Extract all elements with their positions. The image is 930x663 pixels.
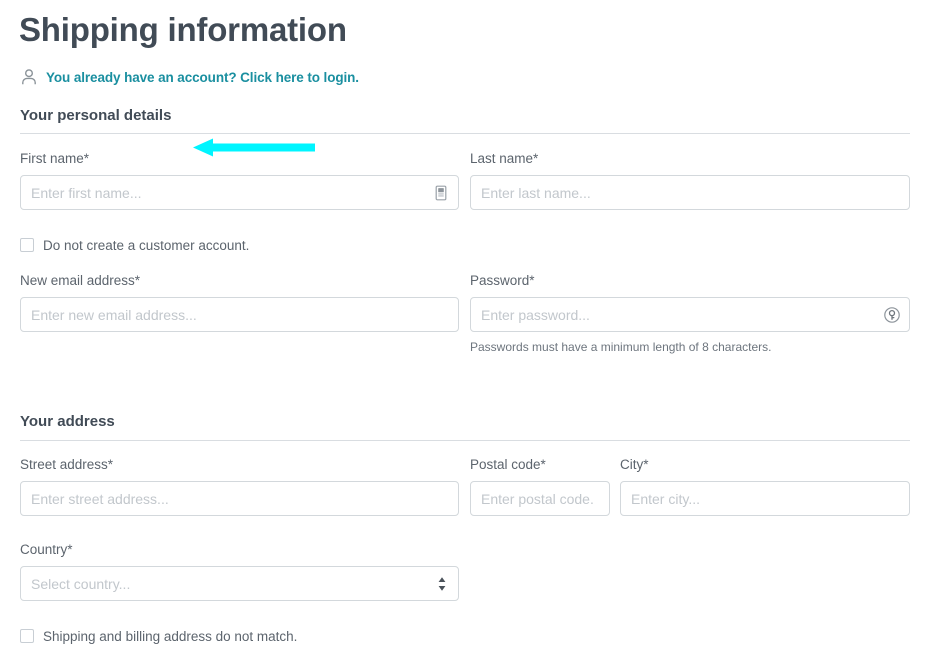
first-name-input[interactable]: Enter first name... — [20, 175, 459, 210]
section-divider-address — [20, 440, 910, 441]
billing-mismatch-checkbox[interactable] — [20, 629, 34, 643]
login-link[interactable]: You already have an account? Click here … — [46, 70, 359, 85]
annotation-arrow-left-icon — [193, 137, 315, 159]
country-placeholder: Select country... — [31, 575, 131, 592]
new-email-label: New email address* — [20, 273, 141, 288]
street-address-label: Street address* — [20, 457, 114, 472]
last-name-input[interactable]: Enter last name... — [470, 175, 910, 210]
section-divider-personal — [20, 133, 910, 134]
section-title-personal-details: Your personal details — [20, 107, 172, 124]
new-email-placeholder: Enter new email address... — [31, 306, 197, 323]
page-title: Shipping information — [19, 11, 347, 48]
billing-mismatch-label: Shipping and billing address do not matc… — [43, 628, 298, 644]
no-account-checkbox-row[interactable]: Do not create a customer account. — [20, 236, 249, 254]
no-account-label: Do not create a customer account. — [43, 237, 250, 253]
no-account-checkbox[interactable] — [20, 238, 34, 252]
postal-code-label: Postal code* — [470, 457, 546, 472]
city-label: City* — [620, 457, 649, 472]
new-email-input[interactable]: Enter new email address... — [20, 297, 459, 332]
password-hint: Passwords must have a minimum length of … — [470, 340, 772, 354]
password-input[interactable]: Enter password... — [470, 297, 910, 332]
password-placeholder: Enter password... — [481, 306, 590, 323]
last-name-placeholder: Enter last name... — [481, 184, 591, 201]
country-select[interactable]: Select country... — [20, 566, 459, 601]
country-label: Country* — [20, 542, 73, 557]
postal-code-placeholder: Enter postal code. — [481, 490, 594, 507]
section-title-your-address: Your address — [20, 413, 115, 430]
street-address-input[interactable]: Enter street address... — [20, 481, 459, 516]
first-name-placeholder: Enter first name... — [31, 184, 142, 201]
city-placeholder: Enter city... — [631, 490, 700, 507]
street-address-placeholder: Enter street address... — [31, 490, 169, 507]
postal-code-input[interactable]: Enter postal code. — [470, 481, 610, 516]
password-label: Password* — [470, 273, 535, 288]
billing-mismatch-checkbox-row[interactable]: Shipping and billing address do not matc… — [20, 627, 297, 645]
user-icon — [19, 67, 39, 87]
city-input[interactable]: Enter city... — [620, 481, 910, 516]
login-prompt-row[interactable]: You already have an account? Click here … — [19, 66, 359, 88]
first-name-label: First name* — [20, 151, 90, 166]
shipping-information-page: Shipping information You already have an… — [0, 0, 930, 663]
last-name-label: Last name* — [470, 151, 539, 166]
